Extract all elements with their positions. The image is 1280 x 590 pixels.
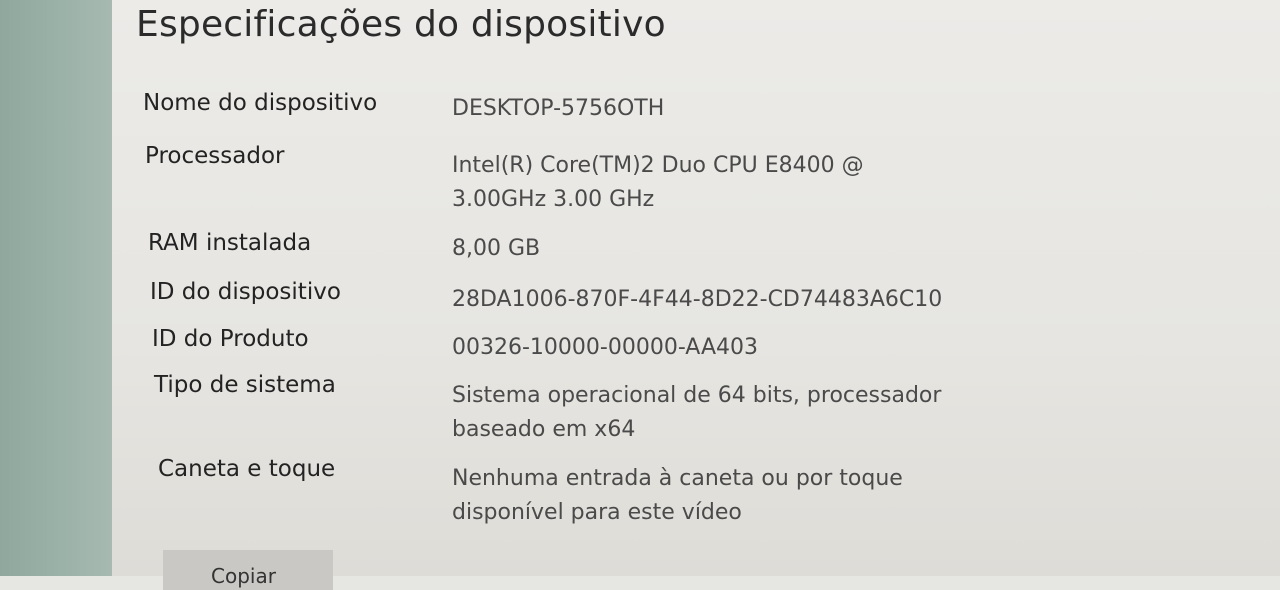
spec-value[interactable]: Intel(R) Core(TM)2 Duo CPU E8400 @ 3.00G… bbox=[452, 149, 1012, 217]
copy-button[interactable]: Copiar bbox=[163, 550, 333, 590]
device-specs-panel: Especificações do dispositivo Nome do di… bbox=[112, 0, 1280, 576]
spec-value[interactable]: 8,00 GB bbox=[452, 232, 1012, 266]
spec-value[interactable]: Sistema operacional de 64 bits, processa… bbox=[452, 379, 1012, 447]
page-title: Especificações do dispositivo bbox=[136, 4, 666, 45]
spec-label: Tipo de sistema bbox=[154, 372, 336, 398]
spec-label: ID do Produto bbox=[152, 326, 309, 352]
spec-label: Caneta e toque bbox=[158, 456, 336, 482]
copy-button-label: Copiar bbox=[211, 564, 276, 588]
spec-label: Processador bbox=[145, 143, 285, 169]
left-sidebar-strip bbox=[0, 0, 112, 576]
spec-value[interactable]: DESKTOP-5756OTH bbox=[452, 92, 1012, 126]
spec-value[interactable]: 00326-10000-00000-AA403 bbox=[452, 331, 1012, 365]
spec-value[interactable]: 28DA1006-870F-4F44-8D22-CD74483A6C10 bbox=[452, 283, 1012, 317]
spec-label: RAM instalada bbox=[148, 230, 312, 256]
spec-label: ID do dispositivo bbox=[150, 279, 341, 305]
spec-value[interactable]: Nenhuma entrada à caneta ou por toque di… bbox=[452, 462, 1012, 530]
spec-label: Nome do dispositivo bbox=[143, 90, 378, 116]
